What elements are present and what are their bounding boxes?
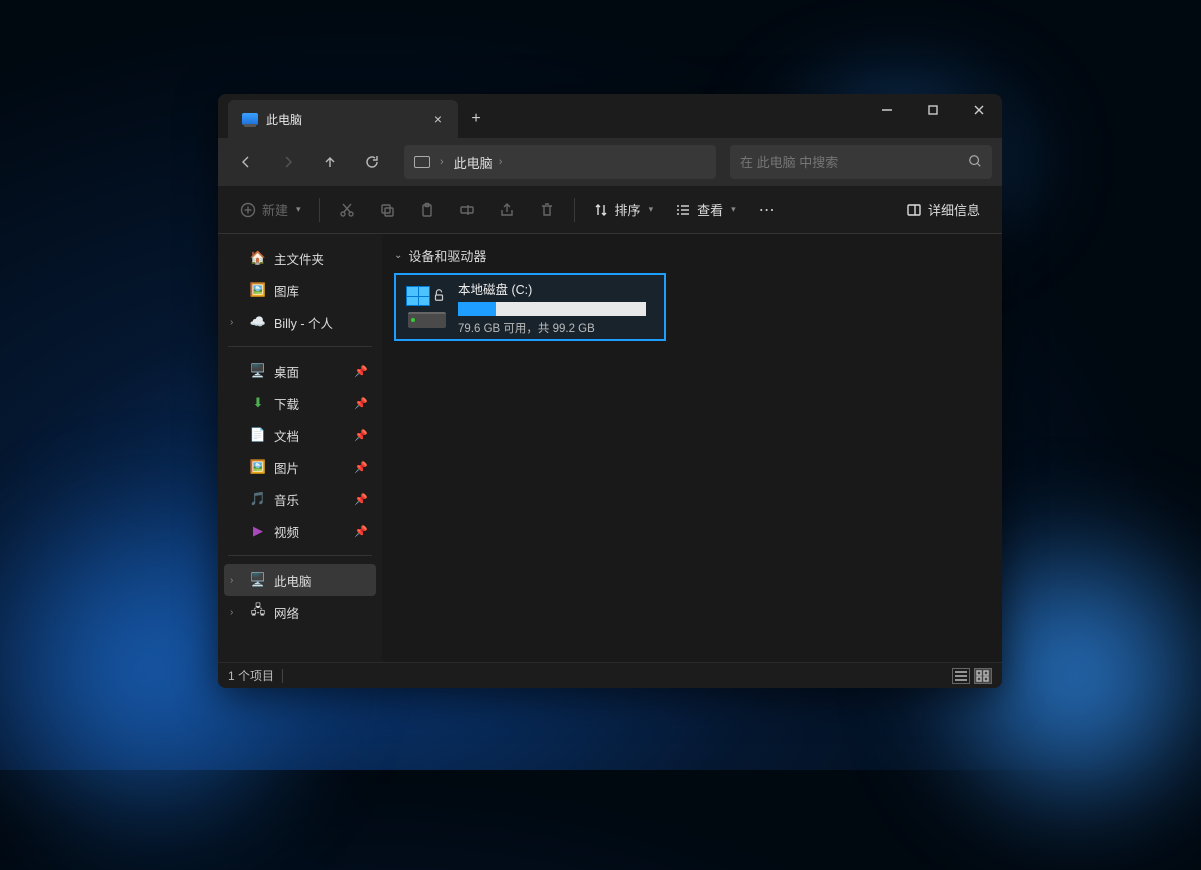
pin-icon[interactable]: 📌 [354, 493, 368, 506]
up-button[interactable] [312, 144, 348, 180]
search-input[interactable] [740, 155, 968, 170]
sidebar-item-network[interactable]: ›🖧网络 [224, 596, 376, 628]
document-icon: 📄 [250, 427, 266, 443]
maximize-button[interactable] [910, 94, 956, 126]
details-pane-button[interactable]: 详细信息 [898, 193, 988, 227]
sidebar-item-home[interactable]: 🏠主文件夹 [224, 242, 376, 274]
sidebar: 🏠主文件夹 🖼️图库 ›☁️Billy - 个人 🖥️桌面📌 ⬇下载📌 📄文档📌… [218, 234, 382, 662]
view-button[interactable]: 查看 ▾ [667, 193, 744, 227]
minimize-button[interactable] [864, 94, 910, 126]
tab-title: 此电脑 [266, 111, 422, 128]
content-area: ⌄ 设备和驱动器 本地磁盘 (C:) 79.6 GB 可用，共 99.2 GB [382, 234, 1002, 662]
more-button[interactable]: ⋯ [750, 193, 784, 227]
this-pc-icon [242, 113, 258, 125]
cut-button[interactable] [330, 193, 364, 227]
unlock-icon [432, 288, 446, 302]
expand-icon[interactable]: › [230, 575, 233, 586]
new-label: 新建 [262, 200, 288, 219]
chevron-down-icon[interactable]: › [499, 156, 503, 168]
chevron-right-icon: › [440, 156, 444, 168]
paste-button[interactable] [410, 193, 444, 227]
sidebar-item-this-pc[interactable]: ›🖥️此电脑 [224, 564, 376, 596]
pin-icon[interactable]: 📌 [354, 365, 368, 378]
drive-c[interactable]: 本地磁盘 (C:) 79.6 GB 可用，共 99.2 GB [394, 273, 666, 341]
copy-button[interactable] [370, 193, 404, 227]
forward-button[interactable] [270, 144, 306, 180]
group-header-label: 设备和驱动器 [408, 246, 486, 265]
group-header-devices[interactable]: ⌄ 设备和驱动器 [394, 242, 990, 273]
explorer-window: 此电脑 × + › 此电脑 › 新建 ▾ [218, 94, 1002, 688]
view-label: 查看 [697, 200, 723, 219]
this-pc-icon: 🖥️ [250, 572, 266, 588]
home-icon: 🏠 [250, 250, 266, 266]
sidebar-item-videos[interactable]: ▶视频📌 [224, 515, 376, 547]
drive-usage-bar [458, 302, 646, 316]
monitor-icon [414, 156, 430, 168]
desktop-icon: 🖥️ [250, 363, 266, 379]
sort-button[interactable]: 排序 ▾ [585, 193, 662, 227]
statusbar: 1 个项目 [218, 662, 1002, 688]
tab-this-pc[interactable]: 此电脑 × [228, 100, 458, 138]
pin-icon[interactable]: 📌 [354, 525, 368, 538]
tiles-view-toggle[interactable] [974, 668, 992, 684]
rename-button[interactable] [450, 193, 484, 227]
sidebar-item-onedrive[interactable]: ›☁️Billy - 个人 [224, 306, 376, 338]
drive-icon [406, 286, 448, 328]
back-button[interactable] [228, 144, 264, 180]
music-icon: 🎵 [250, 491, 266, 507]
drive-stats: 79.6 GB 可用，共 99.2 GB [458, 320, 654, 336]
search-icon[interactable] [968, 154, 982, 171]
chevron-down-icon: ▾ [296, 204, 301, 215]
cloud-icon: ☁️ [250, 314, 266, 330]
delete-button[interactable] [530, 193, 564, 227]
details-view-toggle[interactable] [952, 668, 970, 684]
close-window-button[interactable] [956, 94, 1002, 126]
toolbar: 新建 ▾ 排序 ▾ 查看 ▾ ⋯ 详细信息 [218, 186, 1002, 234]
pin-icon[interactable]: 📌 [354, 397, 368, 410]
pin-icon[interactable]: 📌 [354, 429, 368, 442]
sidebar-item-gallery[interactable]: 🖼️图库 [224, 274, 376, 306]
sidebar-item-documents[interactable]: 📄文档📌 [224, 419, 376, 451]
drive-name: 本地磁盘 (C:) [458, 279, 654, 298]
expand-icon[interactable]: › [230, 607, 233, 618]
close-tab-icon[interactable]: × [430, 109, 446, 129]
expand-icon[interactable]: › [230, 317, 233, 328]
sort-label: 排序 [615, 200, 641, 219]
pictures-icon: 🖼️ [250, 459, 266, 475]
gallery-icon: 🖼️ [250, 282, 266, 298]
navbar: › 此电脑 › [218, 138, 1002, 186]
item-count: 1 个项目 [228, 667, 274, 684]
chevron-down-icon: ▾ [649, 204, 654, 215]
titlebar: 此电脑 × + [218, 94, 1002, 138]
address-bar[interactable]: › 此电脑 › [404, 145, 716, 179]
sidebar-item-desktop[interactable]: 🖥️桌面📌 [224, 355, 376, 387]
sidebar-item-pictures[interactable]: 🖼️图片📌 [224, 451, 376, 483]
download-icon: ⬇ [250, 395, 266, 411]
details-label: 详细信息 [928, 200, 980, 219]
chevron-down-icon: ▾ [731, 204, 736, 215]
share-button[interactable] [490, 193, 524, 227]
sidebar-item-downloads[interactable]: ⬇下载📌 [224, 387, 376, 419]
search-box[interactable] [730, 145, 992, 179]
new-button[interactable]: 新建 ▾ [232, 193, 309, 227]
pin-icon[interactable]: 📌 [354, 461, 368, 474]
network-icon: 🖧 [250, 604, 266, 620]
chevron-down-icon: ⌄ [394, 250, 402, 261]
video-icon: ▶ [250, 523, 266, 539]
sidebar-item-music[interactable]: 🎵音乐📌 [224, 483, 376, 515]
breadcrumb-current[interactable]: 此电脑 [454, 153, 493, 172]
refresh-button[interactable] [354, 144, 390, 180]
new-tab-button[interactable]: + [458, 100, 494, 138]
